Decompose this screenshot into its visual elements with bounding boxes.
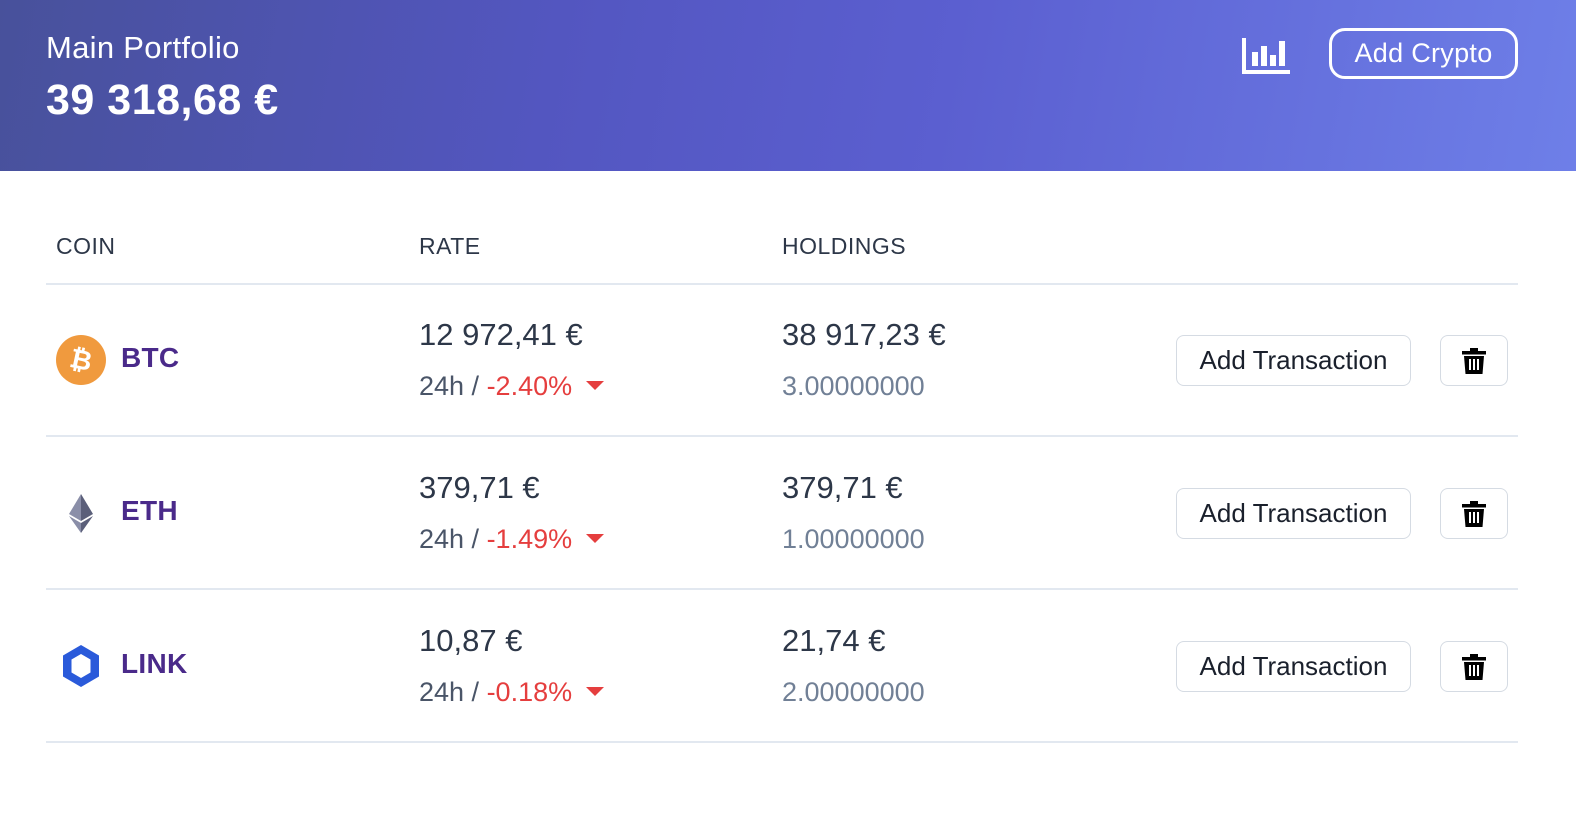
change-label: 24h / bbox=[419, 677, 487, 707]
caret-down-icon bbox=[586, 534, 605, 544]
delete-button[interactable] bbox=[1440, 641, 1508, 692]
portfolio-total-value: 39 318,68 € bbox=[46, 76, 279, 124]
holdings-amount: 1.00000000 bbox=[782, 524, 925, 554]
table-row: ETH 379,71 € 24h / -1.49% 379,71 € 1.000… bbox=[46, 437, 1518, 590]
column-header-holdings: HOLDINGS bbox=[782, 233, 907, 259]
change-percent: -2.40% bbox=[486, 371, 573, 401]
trash-icon bbox=[1462, 500, 1486, 527]
change-percent: -0.18% bbox=[486, 677, 573, 707]
coin-symbol: BTC bbox=[121, 342, 180, 373]
add-transaction-button[interactable]: Add Transaction bbox=[1176, 641, 1411, 692]
trash-icon bbox=[1462, 653, 1486, 680]
bitcoin-icon: ₿ bbox=[56, 335, 106, 385]
coin-symbol: LINK bbox=[121, 648, 188, 679]
portfolio-name: Main Portfolio bbox=[46, 30, 240, 65]
add-crypto-button[interactable]: Add Crypto bbox=[1329, 28, 1518, 79]
column-header-rate: RATE bbox=[419, 233, 481, 259]
rate-change: 24h / -0.18% bbox=[419, 677, 605, 708]
change-label: 24h / bbox=[419, 371, 487, 401]
add-transaction-button[interactable]: Add Transaction bbox=[1176, 488, 1411, 539]
add-transaction-button[interactable]: Add Transaction bbox=[1176, 335, 1411, 386]
portfolio-header: Main Portfolio 39 318,68 € Add Crypto bbox=[0, 0, 1576, 171]
rate-value: 10,87 € bbox=[419, 623, 523, 658]
rate-change: 24h / -1.49% bbox=[419, 524, 605, 555]
caret-down-icon bbox=[586, 381, 605, 391]
holdings-amount: 3.00000000 bbox=[782, 371, 925, 401]
caret-down-icon bbox=[586, 687, 605, 697]
rate-value: 379,71 € bbox=[419, 470, 540, 505]
column-header-coin: COIN bbox=[56, 233, 116, 259]
row-divider bbox=[46, 741, 1518, 743]
delete-button[interactable] bbox=[1440, 488, 1508, 539]
change-label: 24h / bbox=[419, 524, 487, 554]
holdings-value: 38 917,23 € bbox=[782, 317, 946, 352]
coin-symbol: ETH bbox=[121, 495, 178, 526]
rate-value: 12 972,41 € bbox=[419, 317, 583, 352]
holdings-value: 379,71 € bbox=[782, 470, 903, 505]
trash-icon bbox=[1462, 347, 1486, 374]
bar-chart-icon[interactable] bbox=[1240, 36, 1292, 76]
rate-change: 24h / -2.40% bbox=[419, 371, 605, 402]
table-row: LINK 10,87 € 24h / -0.18% 21,74 € 2.0000… bbox=[46, 590, 1518, 743]
holdings-value: 21,74 € bbox=[782, 623, 886, 658]
holdings-amount: 2.00000000 bbox=[782, 677, 925, 707]
ethereum-icon bbox=[56, 488, 106, 538]
change-percent: -1.49% bbox=[486, 524, 573, 554]
delete-button[interactable] bbox=[1440, 335, 1508, 386]
table-row: ₿ BTC 12 972,41 € 24h / -2.40% 38 917,23… bbox=[46, 284, 1518, 437]
chainlink-icon bbox=[56, 641, 106, 691]
